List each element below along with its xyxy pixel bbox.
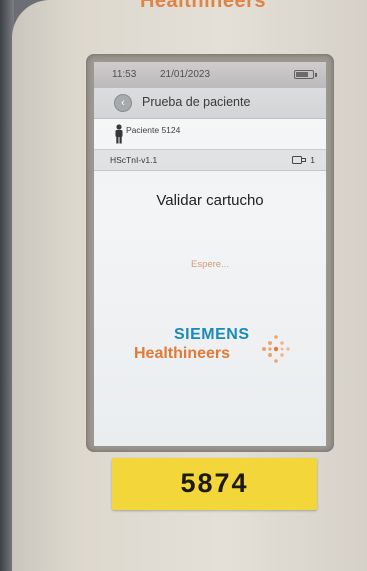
back-button[interactable]: ‹	[114, 94, 132, 112]
status-time: 11:53	[112, 69, 137, 80]
chevron-left-icon: ‹	[121, 96, 125, 109]
device-screen: 11:53 21/01/2023 ‹ Prueba de paciente Pa…	[94, 62, 326, 446]
wait-text: Espere...	[190, 259, 230, 270]
brand-top: Healthineers	[139, 0, 267, 12]
patient-row[interactable]: Paciente 5124	[94, 119, 326, 150]
device-number-label: 5874	[112, 458, 317, 510]
device-number: 5874	[180, 468, 249, 498]
cartridge-icon	[292, 156, 306, 164]
title-bar: ‹ Prueba de paciente	[94, 88, 326, 119]
validate-cartridge-heading: Validar cartucho	[156, 192, 264, 209]
battery-icon	[294, 70, 317, 79]
page-title: Prueba de paciente	[142, 95, 251, 109]
healthineers-dots-icon	[262, 335, 290, 363]
logo-healthineers-text: Healthineers	[134, 345, 231, 362]
status-bar: 11:53 21/01/2023	[94, 62, 326, 88]
test-row: HScTnI-v1.1 1	[94, 150, 326, 171]
person-icon	[115, 124, 123, 144]
status-date: 21/01/2023	[160, 69, 211, 80]
test-name: HScTnI-v1.1	[110, 155, 158, 165]
cartridge-count: 1	[310, 155, 315, 165]
patient-label: Paciente 5124	[126, 125, 181, 135]
logo-siemens-text: SIEMENS	[174, 326, 250, 343]
